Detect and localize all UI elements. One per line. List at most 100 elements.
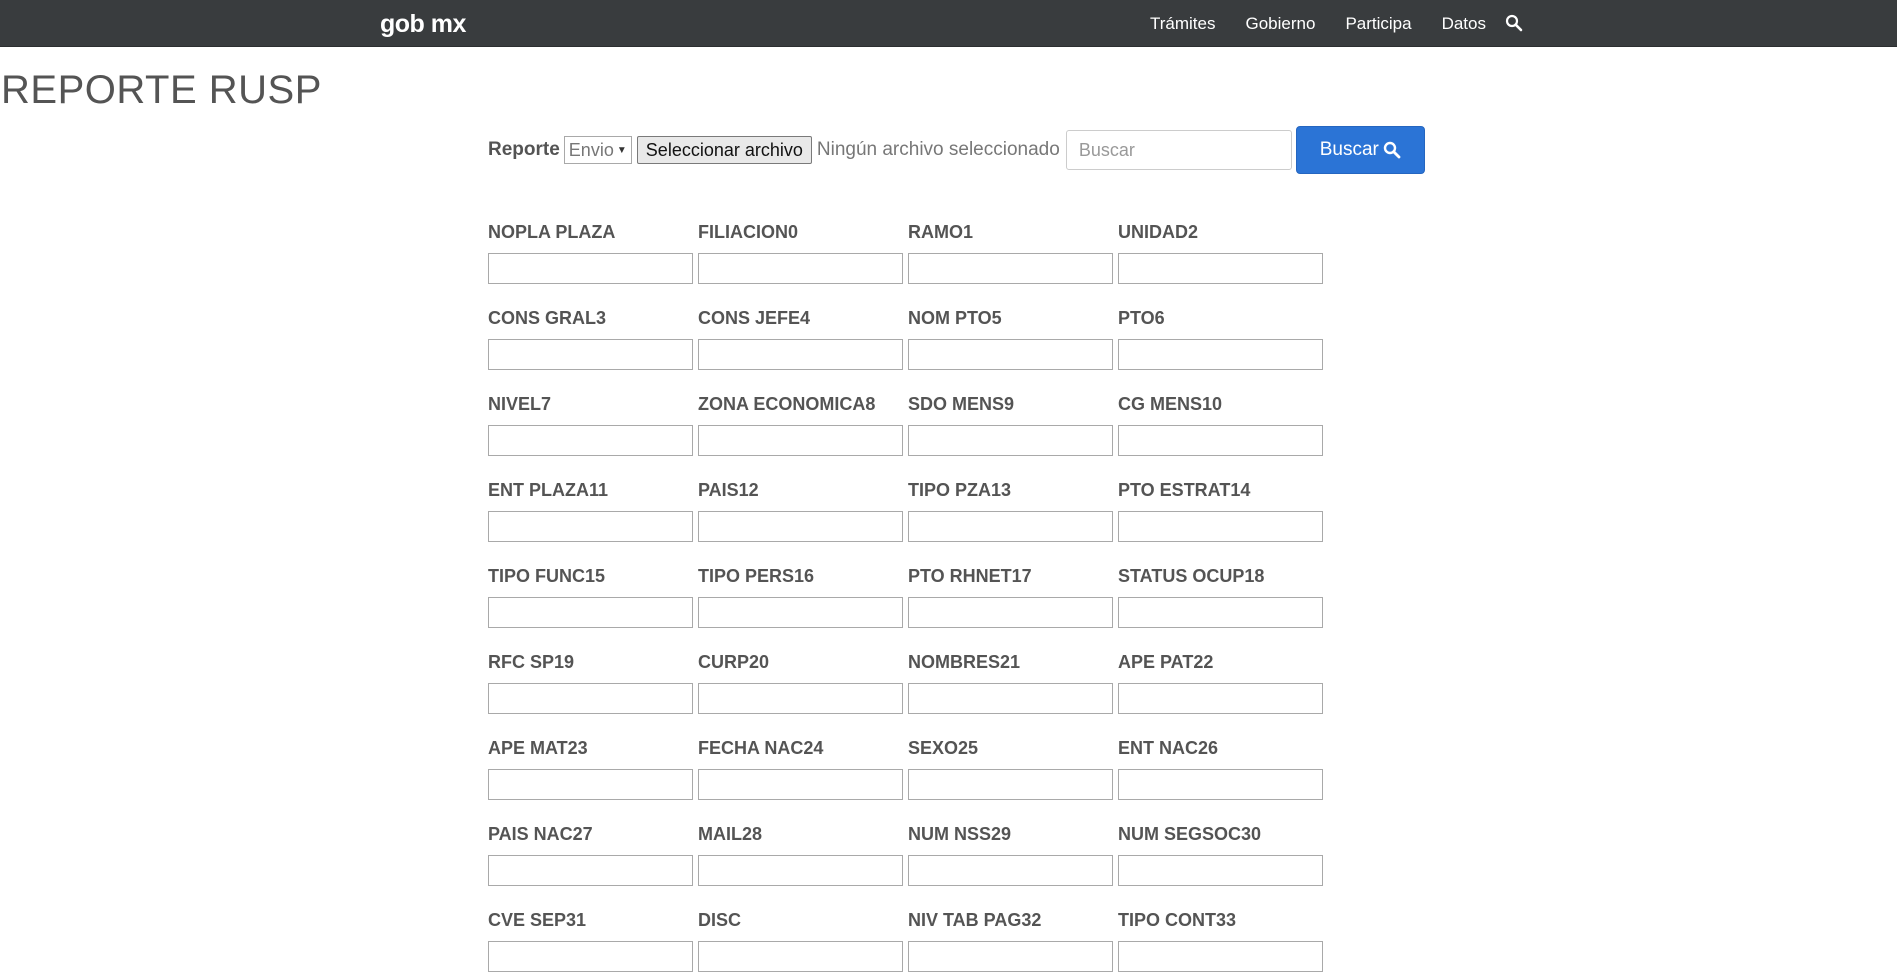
field-input[interactable] [698, 683, 903, 714]
field-input[interactable] [488, 941, 693, 972]
field-label: SEXO25 [908, 738, 979, 758]
field-input[interactable] [908, 339, 1113, 370]
field-input[interactable] [1118, 941, 1323, 972]
field-label: PTO ESTRAT14 [1118, 480, 1251, 500]
search-icon [1383, 141, 1401, 159]
report-label: Reporte [488, 139, 560, 160]
field-input[interactable] [1118, 253, 1323, 284]
field-label: RAMO1 [908, 222, 974, 242]
field-input[interactable] [908, 855, 1113, 886]
search-icon[interactable] [1505, 14, 1525, 34]
form-field: TIPO PERS16 [698, 566, 903, 628]
form-field: PTO RHNET17 [908, 566, 1113, 628]
field-input[interactable] [908, 769, 1113, 800]
field-input[interactable] [698, 253, 903, 284]
field-input[interactable] [488, 339, 693, 370]
field-input[interactable] [1118, 597, 1323, 628]
form-field: SDO MENS9 [908, 394, 1113, 456]
field-label: PAIS NAC27 [488, 824, 593, 844]
form-field: RFC SP19 [488, 652, 693, 714]
field-input[interactable] [1118, 769, 1323, 800]
field-label: TIPO CONT33 [1118, 910, 1237, 930]
field-label: NUM SEGSOC30 [1118, 824, 1262, 844]
field-input[interactable] [908, 941, 1113, 972]
field-label: UNIDAD2 [1118, 222, 1199, 242]
report-form-bar: Reporte Envio ▼ Seleccionar archivo Ning… [488, 126, 1425, 174]
field-label: FECHA NAC24 [698, 738, 824, 758]
gobmx-logo[interactable]: gob mx [380, 10, 466, 39]
field-input[interactable] [698, 597, 903, 628]
form-field: NIV TAB PAG32 [908, 910, 1113, 972]
field-input[interactable] [698, 511, 903, 542]
form-field: PTO6 [1118, 308, 1323, 370]
form-field: RAMO1 [908, 222, 1113, 284]
field-label: NOM PTO5 [908, 308, 1002, 328]
field-input[interactable] [488, 597, 693, 628]
field-label: APE PAT22 [1118, 652, 1214, 672]
file-select-button[interactable]: Seleccionar archivo [636, 136, 812, 164]
field-input[interactable] [698, 941, 903, 972]
form-field: MAIL28 [698, 824, 903, 886]
form-field: PTO ESTRAT14 [1118, 480, 1323, 542]
nav-links: Trámites Gobierno Participa Datos [1150, 14, 1516, 34]
form-field: ENT PLAZA11 [488, 480, 693, 542]
field-input[interactable] [488, 855, 693, 886]
field-label: CVE SEP31 [488, 910, 587, 930]
form-field: NOPLA PLAZA [488, 222, 693, 284]
form-field: NUM NSS29 [908, 824, 1113, 886]
form-field: FILIACION0 [698, 222, 903, 284]
search-button[interactable]: Buscar [1295, 126, 1425, 174]
report-type-value: Envio [568, 139, 614, 160]
form-field: ENT NAC26 [1118, 738, 1323, 800]
field-label: NIV TAB PAG32 [908, 910, 1042, 930]
field-input[interactable] [698, 855, 903, 886]
page-title: REPORTE RUSP [1, 68, 322, 112]
field-label: ZONA ECONOMICA8 [698, 394, 876, 414]
top-navbar: gob mx Trámites Gobierno Participa Datos [0, 0, 1897, 47]
form-field: CONS GRAL3 [488, 308, 693, 370]
field-label: PTO6 [1118, 308, 1165, 328]
form-field: APE PAT22 [1118, 652, 1323, 714]
field-input[interactable] [1118, 339, 1323, 370]
form-field: NUM SEGSOC30 [1118, 824, 1323, 886]
field-input[interactable] [908, 425, 1113, 456]
field-input[interactable] [908, 597, 1113, 628]
field-input[interactable] [908, 683, 1113, 714]
search-input[interactable]: Buscar [1065, 130, 1292, 170]
nav-link-tramites[interactable]: Trámites [1150, 14, 1216, 34]
file-status-text: Ningún archivo seleccionado [816, 139, 1060, 160]
field-label: NOMBRES21 [908, 652, 1021, 672]
field-input[interactable] [698, 425, 903, 456]
field-label: DISC [698, 910, 742, 930]
nav-link-gobierno[interactable]: Gobierno [1246, 14, 1316, 34]
field-label: NOPLA PLAZA [488, 222, 616, 242]
nav-link-participa[interactable]: Participa [1345, 14, 1411, 34]
field-input[interactable] [1118, 425, 1323, 456]
field-label: RFC SP19 [488, 652, 575, 672]
field-input[interactable] [908, 253, 1113, 284]
field-label: STATUS OCUP18 [1118, 566, 1265, 586]
field-input[interactable] [1118, 683, 1323, 714]
field-input[interactable] [908, 511, 1113, 542]
field-input[interactable] [1118, 855, 1323, 886]
form-field: PAIS12 [698, 480, 903, 542]
field-label: FILIACION0 [698, 222, 799, 242]
form-field: STATUS OCUP18 [1118, 566, 1323, 628]
field-input[interactable] [698, 769, 903, 800]
field-input[interactable] [488, 769, 693, 800]
field-label: NUM NSS29 [908, 824, 1012, 844]
field-input[interactable] [488, 511, 693, 542]
field-label: CONS JEFE4 [698, 308, 811, 328]
field-input[interactable] [488, 253, 693, 284]
field-input[interactable] [488, 425, 693, 456]
form-field: TIPO CONT33 [1118, 910, 1323, 972]
report-type-select[interactable]: Envio ▼ [563, 136, 632, 164]
field-label: TIPO PERS16 [698, 566, 815, 586]
form-field: CONS JEFE4 [698, 308, 903, 370]
nav-link-datos[interactable]: Datos [1442, 14, 1486, 34]
field-input[interactable] [698, 339, 903, 370]
field-input[interactable] [488, 683, 693, 714]
field-input[interactable] [1118, 511, 1323, 542]
field-label: MAIL28 [698, 824, 763, 844]
form-field: NOM PTO5 [908, 308, 1113, 370]
